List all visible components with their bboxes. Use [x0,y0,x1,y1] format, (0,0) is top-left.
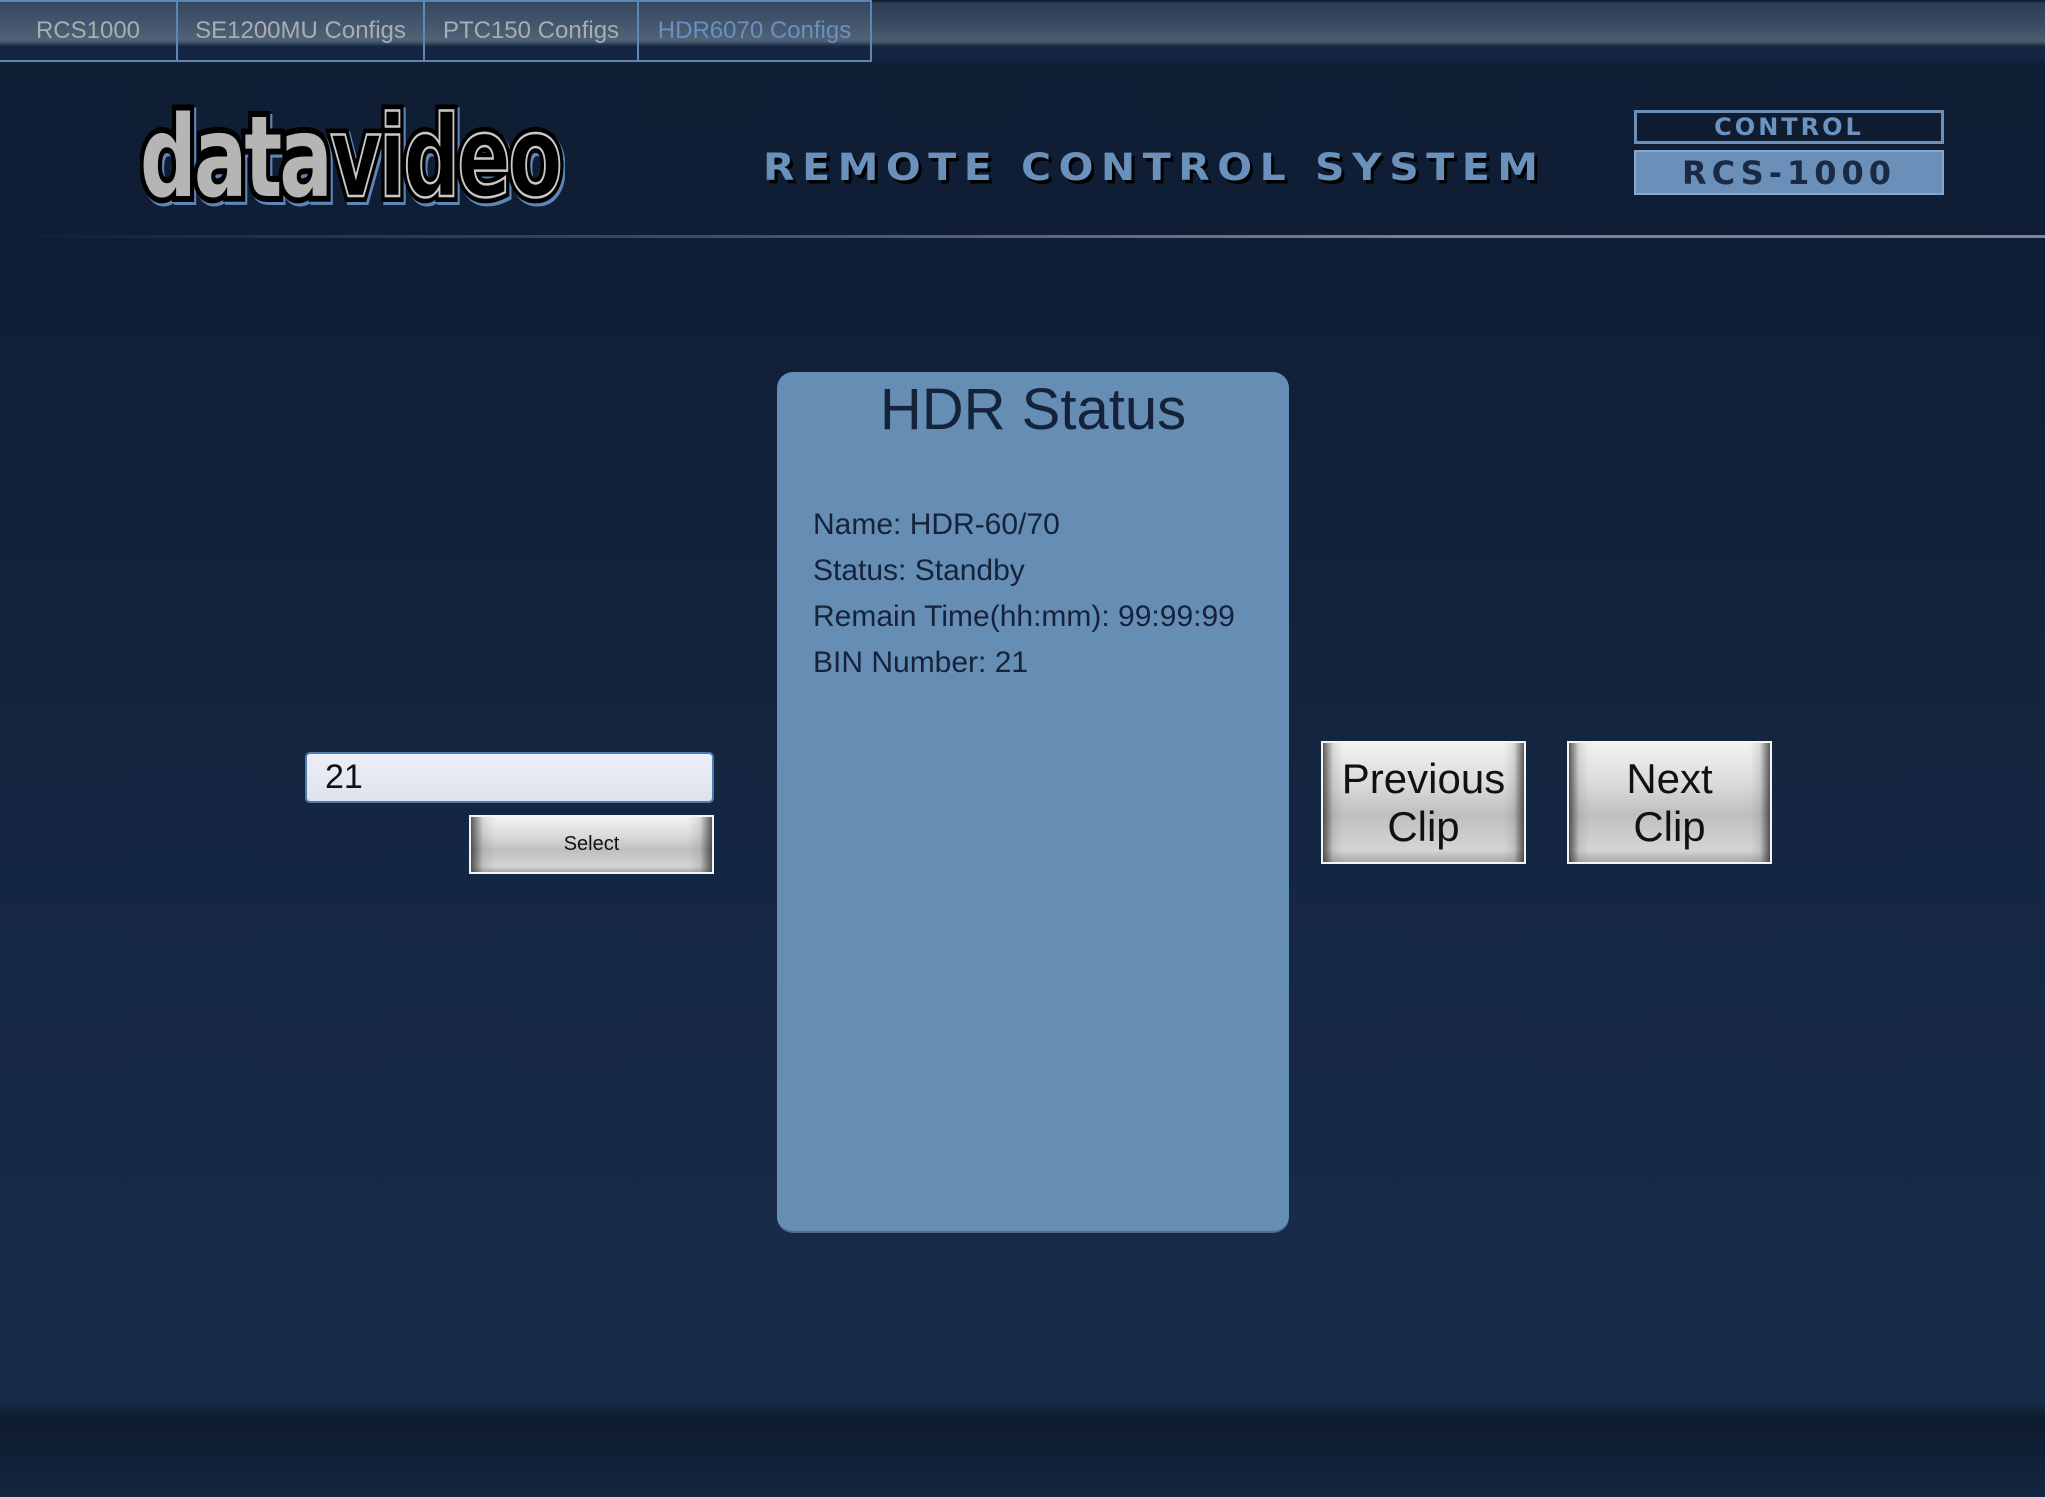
bin-number-input[interactable] [305,752,714,803]
next-clip-label-line1: Next [1626,754,1713,802]
next-clip-label-line2: Clip [1633,802,1706,850]
status-remain-time: Remain Time(hh:mm): 99:99:99 [813,600,1235,633]
model-badge: RCS-1000 [1634,150,1944,195]
next-clip-label: Next Clip [1626,755,1712,851]
logo-video-text: video [330,93,560,214]
select-button[interactable]: Select [469,815,714,874]
system-title: REMOTE CONTROL SYSTEM [763,145,1546,190]
tab-se1200mu-configs[interactable]: SE1200MU Configs [176,2,423,60]
status-state: Status: Standby [813,554,1025,587]
header-divider [0,235,2045,238]
previous-clip-label-line1: Previous [1341,754,1506,802]
datavideo-logo: data video video [134,86,570,229]
next-clip-button[interactable]: Next Clip [1567,741,1772,864]
previous-clip-label-line2: Clip [1387,802,1460,850]
status-panel-title: HDR Status [879,377,1187,442]
tab-ptc150-configs[interactable]: PTC150 Configs [423,2,637,60]
status-name: Name: HDR-60/70 [813,508,1060,541]
hdr-status-panel: HDR Status Name: HDR-60/70 Status: Stand… [777,372,1289,1233]
control-badge: CONTROL [1634,110,1944,144]
tab-hdr6070-configs[interactable]: HDR6070 Configs [637,2,870,60]
previous-clip-button[interactable]: Previous Clip [1321,741,1526,864]
previous-clip-label: Previous Clip [1342,755,1505,851]
tab-rcs1000[interactable]: RCS1000 [0,2,176,60]
tab-bar: RCS1000 SE1200MU Configs PTC150 Configs … [0,0,872,62]
status-bin-number: BIN Number: 21 [813,646,1029,679]
logo-data-text: data [140,93,330,214]
status-info: Name: HDR-60/70 Status: Standby Remain T… [813,502,1235,686]
